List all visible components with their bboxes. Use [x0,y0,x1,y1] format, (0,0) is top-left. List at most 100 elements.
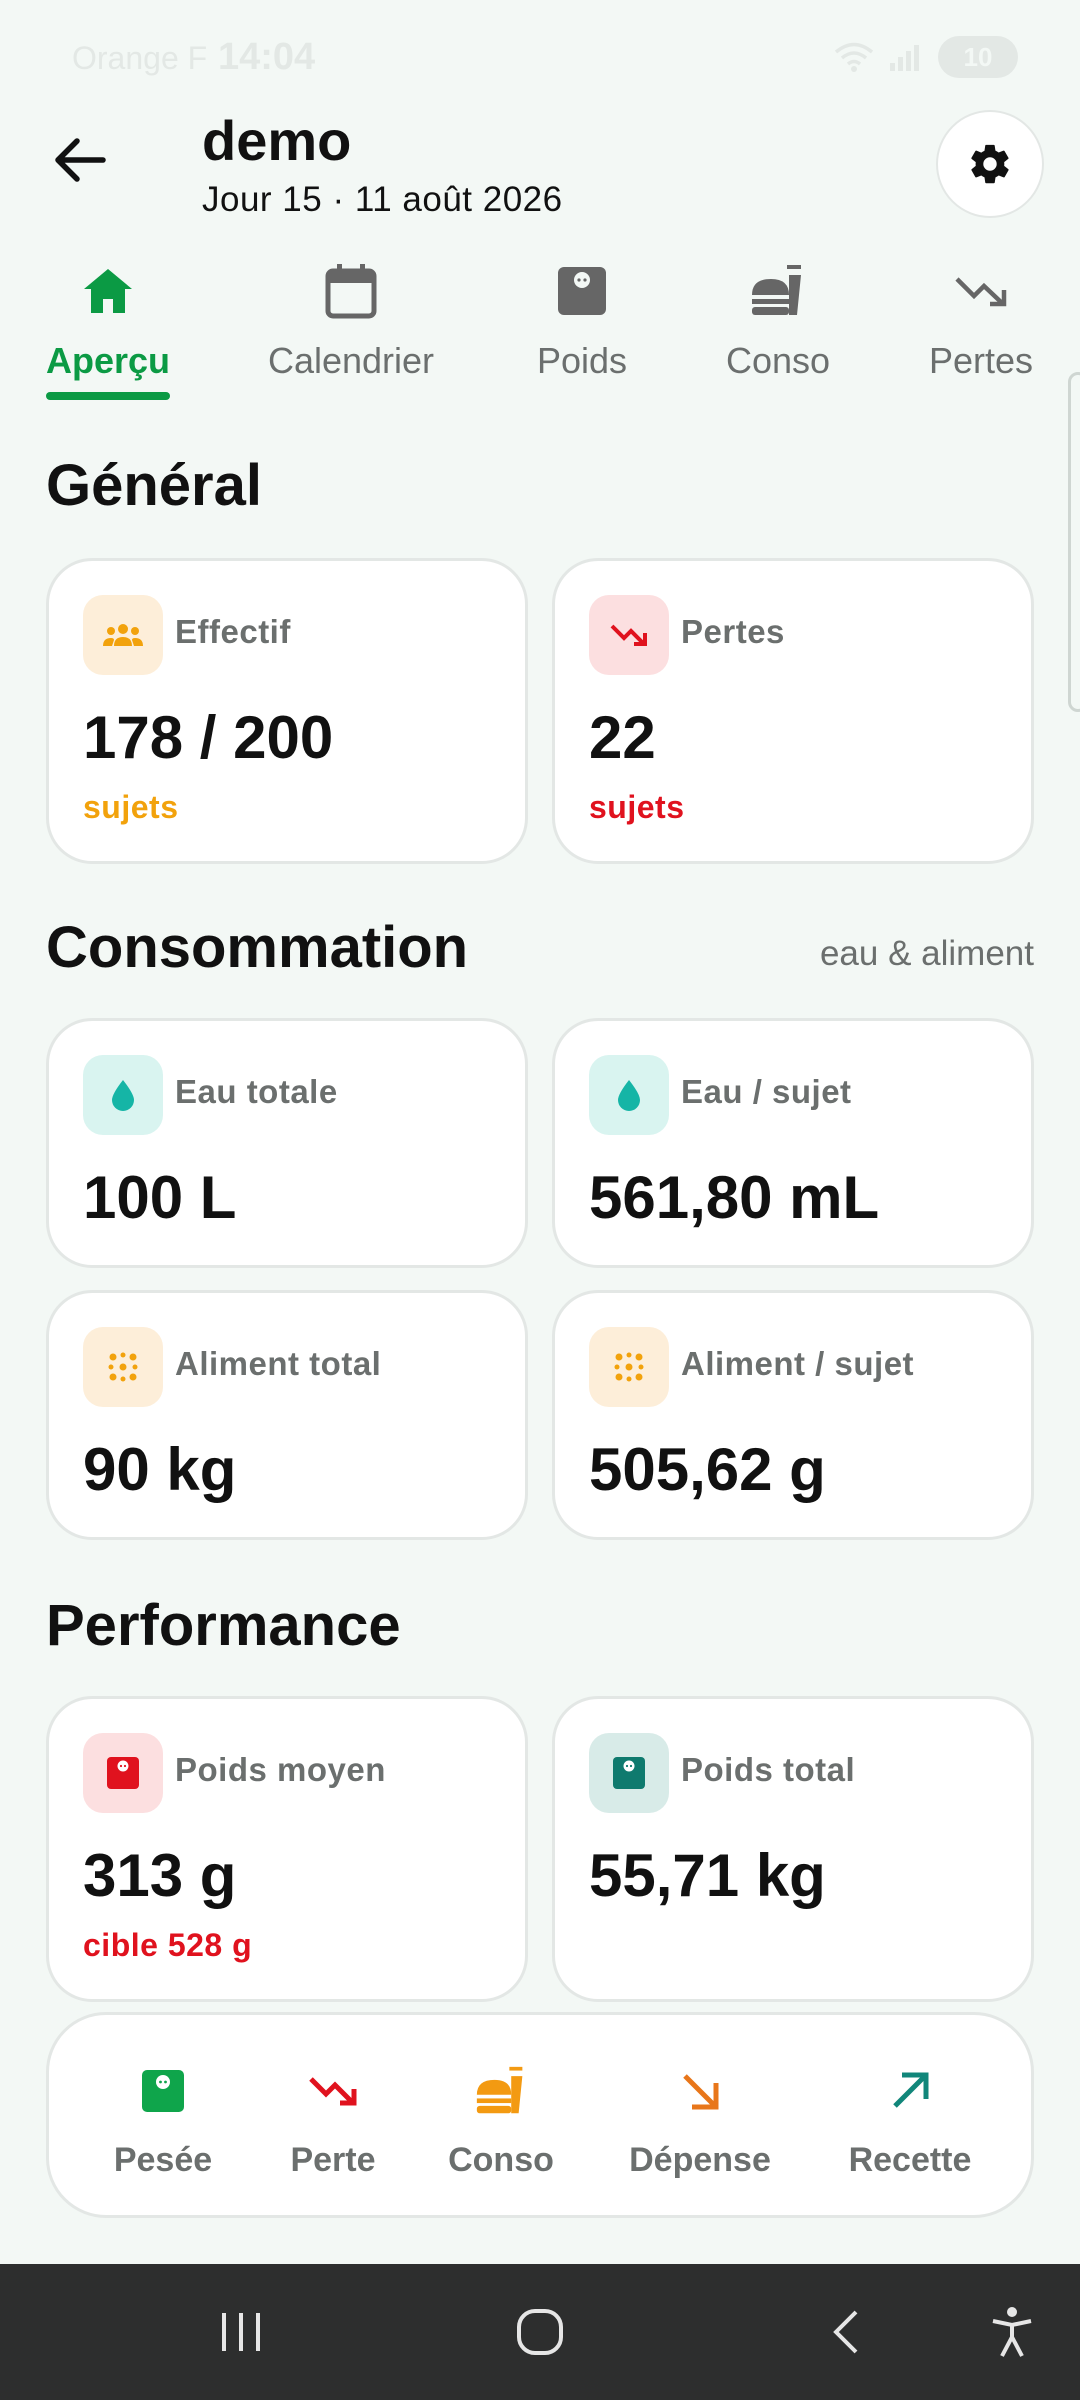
quick-action-label: Dépense [629,2141,771,2179]
water-drop-icon-wrap [589,1055,669,1135]
calendar-icon [325,264,377,319]
card-label: Aliment / sujet [681,1345,915,1382]
page-title: demo [202,109,352,172]
group-icon [103,624,143,646]
tab-label: Aperçu [45,340,171,381]
tab-label: Calendrier [267,340,435,381]
quick-action-depense[interactable]: Dépense [625,2063,775,2180]
quick-action-label: Conso [448,2141,554,2179]
accessibility-button[interactable] [984,2304,1040,2360]
card-label: Pertes [681,613,785,650]
section-aside: eau & aliment [819,934,1034,973]
water-drop-icon [112,1080,134,1111]
status-icons: 10 [834,36,1018,78]
recent-apps-button[interactable] [214,2304,268,2360]
recent-apps-icon [222,2313,260,2351]
accessibility-icon [992,2307,1032,2357]
page-subtitle: Jour 15 · 11 août 2026 [202,180,563,219]
card-label: Poids total [681,1751,856,1788]
tab-calendrier[interactable]: Calendrier [258,250,444,400]
gear-icon [971,144,1009,184]
card-eau-sujet[interactable]: Eau / sujet 561,80 mL [552,1018,1034,1268]
quick-action-label: Perte [290,2141,376,2179]
tab-bar: Aperçu Calendrier Poids Conso Pertes [0,250,1080,410]
home-button[interactable] [512,2304,568,2360]
card-sub: sujets [83,789,179,825]
card-aliment-sujet[interactable]: Aliment / sujet 505,62 g [552,1290,1034,1540]
tab-label: Poids [536,340,628,381]
scrollbar[interactable] [1068,372,1080,712]
quick-action-perte[interactable]: Perte [285,2063,381,2180]
signal-icon [890,45,919,71]
status-bar: Orange F 14:04 10 [0,0,1080,120]
tab-poids[interactable]: Poids [530,250,634,400]
battery-level: 10 [963,41,993,72]
tab-apercu[interactable]: Aperçu [44,250,172,400]
card-aliment-total[interactable]: Aliment total 90 kg [46,1290,528,1540]
home-icon [84,269,132,313]
card-value: 561,80 mL [589,1164,880,1231]
scale-icon-wrap [83,1733,163,1813]
arrow-up-right-icon [893,2072,929,2108]
home-circle-icon [517,2309,563,2355]
card-value: 100 L [83,1164,237,1231]
quick-action-conso[interactable]: Conso [447,2063,555,2180]
grain-icon-wrap [589,1327,669,1407]
water-drop-icon-wrap [83,1055,163,1135]
card-label: Effectif [175,613,291,650]
scale-icon [107,1757,139,1789]
quick-action-label: Recette [848,2141,972,2179]
grain-icon [108,1352,138,1382]
scale-icon [613,1757,645,1789]
settings-button[interactable] [936,110,1044,218]
food-icon [752,265,801,315]
card-poids-moyen[interactable]: Poids moyen 313 g cible 528 g [46,1696,528,2002]
card-label: Eau totale [175,1073,338,1110]
scale-icon [142,2070,184,2112]
tab-label: Pertes [928,340,1034,381]
trending-down-icon [309,2077,357,2106]
card-sub: cible 528 g [83,1927,253,1963]
card-value: 22 [589,704,656,771]
water-drop-icon [618,1080,640,1111]
chevron-left-icon [833,2310,858,2354]
food-icon [476,2066,523,2114]
card-value: 505,62 g [589,1436,826,1503]
card-eau-totale[interactable]: Eau totale 100 L [46,1018,528,1268]
tab-conso[interactable]: Conso [720,250,836,400]
tab-pertes[interactable]: Pertes [922,250,1040,400]
tab-label: Conso [725,340,831,381]
card-label: Aliment total [175,1345,382,1382]
arrow-down-right-icon [683,2074,719,2110]
active-tab-indicator [46,392,170,400]
card-value: 90 kg [83,1436,237,1503]
card-pertes[interactable]: Pertes 22 sujets [552,558,1034,864]
card-value: 178 / 200 [83,704,334,771]
group-icon-wrap [83,595,163,675]
quick-actions-bar: Pesée Perte Conso Dépense Recette [46,2012,1034,2218]
system-nav-bar [0,2264,1080,2400]
card-sub: sujets [589,789,685,825]
card-value: 55,71 kg [589,1842,826,1909]
scale-icon [558,267,606,315]
back-button[interactable] [40,120,120,200]
card-effectif[interactable]: Effectif 178 / 200 sujets [46,558,528,864]
card-label: Poids moyen [175,1751,386,1788]
carrier-name: Orange F [72,40,208,76]
card-value: 313 g [83,1842,237,1909]
grain-icon-wrap [83,1327,163,1407]
scale-icon-wrap [589,1733,669,1813]
trending-down-icon [955,277,1007,307]
quick-action-recette[interactable]: Recette [843,2063,977,2180]
battery-indicator: 10 [938,36,1018,78]
grain-icon [614,1352,644,1382]
wifi-icon [834,42,874,72]
card-poids-total[interactable]: Poids total 55,71 kg [552,1696,1034,2002]
quick-action-pesee[interactable]: Pesée [109,2063,217,2180]
arrow-left-icon [55,138,106,182]
card-label: Eau / sujet [681,1073,852,1110]
section-title-performance: Performance [46,1593,401,1658]
system-back-button[interactable] [820,2304,870,2360]
trending-down-icon [610,624,647,646]
section-title-general: Général [46,453,262,518]
